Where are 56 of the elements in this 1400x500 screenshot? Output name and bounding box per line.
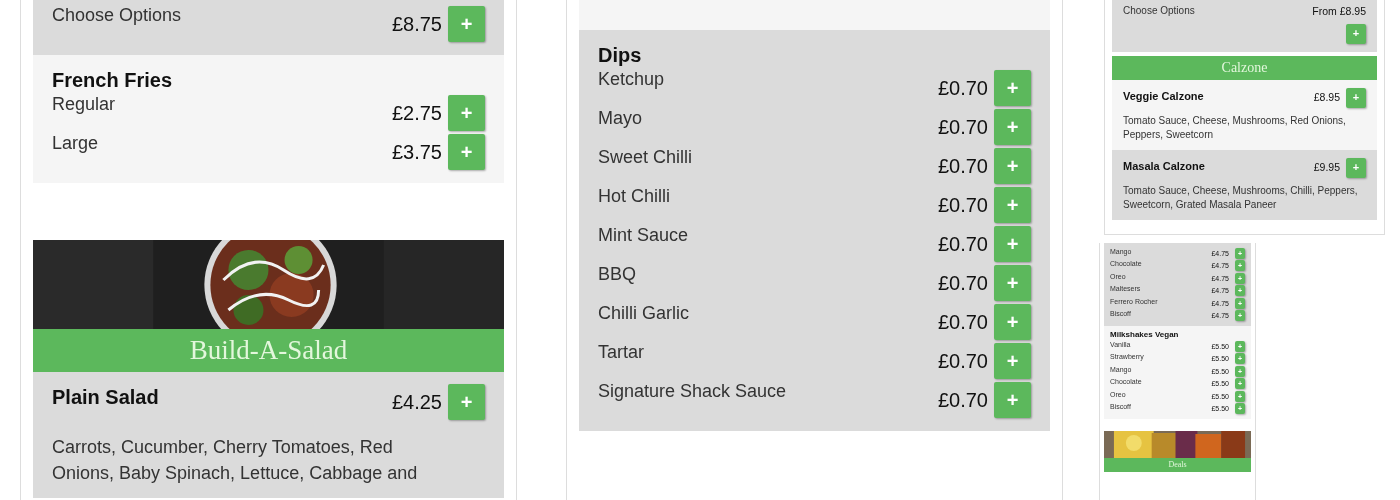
add-button[interactable]: + — [994, 264, 1031, 301]
add-button[interactable]: + — [1346, 23, 1366, 44]
option-price: £2.75 — [391, 100, 442, 126]
item-price: £9.95 — [1313, 159, 1340, 175]
option-label: Hot Chilli — [598, 185, 671, 207]
item-description: Carrots, Cucumber, Cherry Tomatoes, Red Onions, Baby Spinach, Lettuce, Cabbage and — [52, 436, 419, 485]
item-price: £8.95 — [1313, 89, 1340, 105]
option-label: Ketchup — [598, 68, 665, 90]
option-label: BBQ — [598, 263, 636, 285]
option-price: £0.70 — [937, 270, 988, 296]
option-price: £0.70 — [937, 153, 988, 179]
option-label: Signature Shack Sauce — [598, 380, 787, 402]
option-price: £0.70 — [937, 231, 988, 257]
add-button[interactable]: + — [448, 5, 485, 42]
add-button[interactable]: + — [448, 384, 485, 420]
option-price: £8.75 — [391, 11, 442, 37]
option-price: £0.70 — [937, 309, 988, 335]
option-price: £3.75 — [391, 139, 442, 165]
option-label: Mayo — [598, 107, 642, 129]
category-banner: Calzone — [1112, 55, 1377, 80]
option-label: Regular — [52, 93, 116, 115]
item-price: £4.25 — [391, 390, 442, 415]
option-label: Choose Options — [1123, 4, 1195, 18]
option-label: Mint Sauce — [598, 224, 689, 246]
option-price: £0.70 — [937, 75, 988, 101]
add-button[interactable]: + — [994, 147, 1031, 184]
item-title: Milkshakes Vegan — [1110, 329, 1179, 340]
add-button[interactable]: + — [1346, 157, 1366, 178]
option-label: Chilli Garlic — [598, 302, 689, 324]
item-title: Veggie Calzone — [1123, 88, 1204, 104]
option-label: Choose Options — [52, 4, 182, 26]
add-button[interactable]: + — [994, 303, 1031, 340]
add-button[interactable]: + — [994, 225, 1031, 262]
option-label: Tartar — [598, 341, 644, 363]
item-title: Masala Calzone — [1123, 158, 1205, 174]
add-button[interactable]: + — [448, 94, 485, 131]
add-button[interactable]: + — [994, 186, 1031, 223]
item-title: French Fries — [52, 68, 173, 93]
item-description: Tomato Sauce, Cheese, Mushrooms, Chilli, Peppers, Sweetcorn, Grated Masala Paneer — [1123, 183, 1359, 212]
add-button[interactable]: + — [994, 342, 1031, 379]
add-button[interactable]: + — [1346, 87, 1366, 108]
option-price: From £8.95 — [1312, 4, 1366, 19]
add-button[interactable]: + — [994, 108, 1031, 145]
add-button[interactable]: + — [448, 133, 485, 170]
option-label: Sweet Chilli — [598, 146, 693, 168]
item-title: Dips — [598, 43, 642, 68]
category-banner: Build-A-Salad — [33, 329, 504, 372]
add-button[interactable]: + — [994, 69, 1031, 106]
add-button[interactable]: + — [994, 381, 1031, 418]
option-price: £0.70 — [937, 114, 988, 140]
item-description: Tomato Sauce, Cheese, Mushrooms, Red Onions, Peppers, Sweetcorn — [1123, 113, 1347, 142]
option-price: £0.70 — [937, 387, 988, 413]
item-title: Plain Salad — [52, 385, 159, 410]
option-price: £0.70 — [937, 348, 988, 374]
option-price: £0.70 — [937, 192, 988, 218]
option-label: Large — [52, 132, 99, 154]
